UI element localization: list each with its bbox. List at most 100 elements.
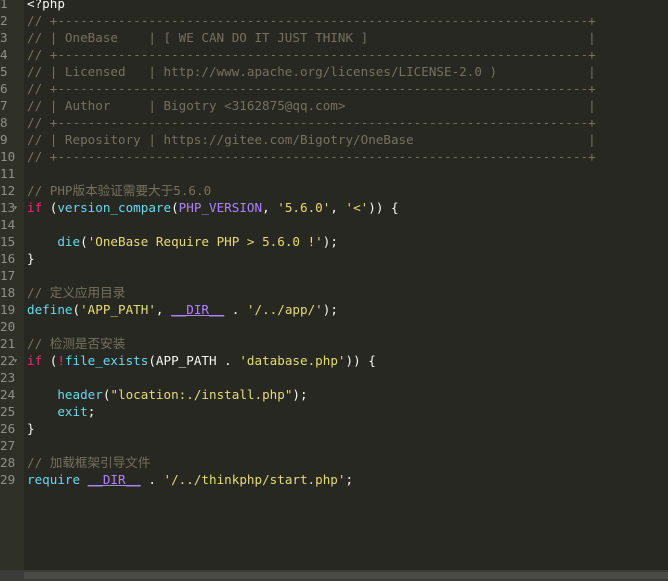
token-string: '/../app/': [246, 302, 323, 317]
code-line[interactable]: 16}: [0, 250, 668, 267]
line-text: <?php: [27, 0, 65, 12]
fold-arrow-icon[interactable]: ▾: [13, 352, 18, 369]
code-line[interactable]: 12 // PHP版本验证需要大于5.6.0: [0, 182, 668, 199]
token-comment: // 定义应用目录: [27, 285, 126, 300]
code-line[interactable]: 18 // 定义应用目录: [0, 284, 668, 301]
token-func: require: [27, 472, 81, 487]
code-line[interactable]: 25 exit;: [0, 403, 668, 420]
line-text: // +------------------------------------…: [27, 80, 596, 97]
line-text: // | OneBase | [ WE CAN DO IT JUST THINK…: [27, 29, 596, 46]
token-plain: }: [27, 421, 35, 436]
code-line[interactable]: 17: [0, 267, 668, 284]
code-line[interactable]: 4 // +-----------------------------------…: [0, 46, 668, 63]
code-line[interactable]: 3 // | OneBase | [ WE CAN DO IT JUST THIN…: [0, 29, 668, 46]
line-number: 8: [0, 115, 8, 130]
code-line[interactable]: 5 // | Licensed | http://www.apache.org/l…: [0, 63, 668, 80]
token-string: '/../thinkphp/start.php': [163, 472, 346, 487]
code-line[interactable]: 7 // | Author | Bigotry <3162875@qq.com> …: [0, 97, 668, 114]
code-line[interactable]: 21 // 检测是否安装: [0, 335, 668, 352]
token-comment: // | OneBase | [ WE CAN DO IT JUST THINK…: [27, 30, 596, 45]
code-editor[interactable]: 1 <?php 2 // +-----------------------------…: [0, 0, 668, 581]
line-number: 25: [0, 404, 16, 419]
code-line[interactable]: 28 // 加载框架引导文件: [0, 454, 668, 471]
token-plain: (: [42, 200, 58, 215]
token-plain: <?php: [27, 0, 65, 11]
line-text: exit;: [27, 403, 95, 420]
line-text: }: [27, 250, 35, 267]
token-plain: (: [72, 302, 81, 317]
token-plain: .: [224, 302, 247, 317]
token-keyword: if: [27, 353, 43, 368]
line-number: 17: [0, 268, 16, 283]
line-number: 14: [0, 217, 16, 232]
line-number: 28: [0, 455, 16, 470]
line-text: // +------------------------------------…: [27, 148, 596, 165]
code-line[interactable]: 23: [0, 369, 668, 386]
code-line[interactable]: 22 ▾ if (!file_exists(APP_PATH . 'database…: [0, 352, 668, 369]
line-number: 16: [0, 251, 16, 266]
line-text: die('OneBase Require PHP > 5.6.0 !');: [27, 233, 338, 250]
code-line[interactable]: 1 <?php: [0, 0, 668, 12]
token-plain: ,: [262, 200, 278, 215]
line-text: if (!file_exists(APP_PATH . 'database.ph…: [27, 352, 376, 369]
token-plain: );: [292, 387, 308, 402]
code-area[interactable]: 1 <?php 2 // +-----------------------------…: [0, 0, 668, 488]
token-comment: // 加载框架引导文件: [27, 455, 151, 470]
code-line[interactable]: 29 require __DIR__ . '/../thinkphp/start.…: [0, 471, 668, 488]
token-plain: (APP_PATH .: [148, 353, 240, 368]
token-keyword: if: [27, 200, 43, 215]
code-line[interactable]: 15 die('OneBase Require PHP > 5.6.0 !');: [0, 233, 668, 250]
code-line[interactable]: 6 // +-----------------------------------…: [0, 80, 668, 97]
line-text: // +------------------------------------…: [27, 114, 596, 131]
token-comment: // | Repository | https://gitee.com/Bigo…: [27, 132, 596, 147]
token-func: file_exists: [64, 353, 149, 368]
code-line[interactable]: 14: [0, 216, 668, 233]
code-line[interactable]: 2 // +-----------------------------------…: [0, 12, 668, 29]
fold-arrow-icon[interactable]: ▾: [13, 199, 18, 216]
token-plain: );: [322, 234, 338, 249]
code-line[interactable]: 19 define('APP_PATH', __DIR__ . '/../app/…: [0, 301, 668, 318]
token-plain: ;: [345, 472, 354, 487]
code-line[interactable]: 8 // +-----------------------------------…: [0, 114, 668, 131]
token-comment: // +------------------------------------…: [27, 115, 596, 130]
code-line[interactable]: 13 ▾ if (version_compare(PHP_VERSION, '5.6…: [0, 199, 668, 216]
line-text: // | Licensed | http://www.apache.org/li…: [27, 63, 596, 80]
token-keyword: !: [57, 353, 65, 368]
token-string: 'OneBase Require PHP > 5.6.0 !': [87, 234, 323, 249]
line-number: 23: [0, 370, 16, 385]
code-line[interactable]: 26}: [0, 420, 668, 437]
scrollbar-thumb[interactable]: [24, 572, 668, 579]
line-number: 11: [0, 166, 16, 181]
token-comment: // | Author | Bigotry <3162875@qq.com> |: [27, 98, 596, 113]
horizontal-scrollbar[interactable]: [0, 570, 668, 581]
token-func: define: [27, 302, 73, 317]
line-text: define('APP_PATH', __DIR__ . '/../app/')…: [27, 301, 338, 318]
token-func: die: [57, 234, 81, 249]
line-number: 20: [0, 319, 16, 334]
line-number: 13: [0, 200, 16, 215]
line-number: 3: [0, 30, 8, 45]
code-line[interactable]: 10 // +----------------------------------…: [0, 148, 668, 165]
code-line[interactable]: 27: [0, 437, 668, 454]
line-text: // +------------------------------------…: [27, 46, 596, 63]
token-comment: // +------------------------------------…: [27, 149, 596, 164]
line-text: // 加载框架引导文件: [27, 454, 151, 471]
line-number: 5: [0, 64, 8, 79]
line-number: 21: [0, 336, 16, 351]
line-number: 6: [0, 81, 8, 96]
token-comment: // 检测是否安装: [27, 336, 126, 351]
line-number: 15: [0, 234, 16, 249]
code-line[interactable]: 11: [0, 165, 668, 182]
code-line[interactable]: 9 // | Repository | https://gitee.com/Big…: [0, 131, 668, 148]
code-line[interactable]: 20: [0, 318, 668, 335]
line-number: 4: [0, 47, 8, 62]
token-plain: );: [322, 302, 338, 317]
code-line[interactable]: 24 header("location:./install.php");: [0, 386, 668, 403]
token-comment: // PHP版本验证需要大于5.6.0: [27, 183, 212, 198]
token-plain: ,: [330, 200, 346, 215]
token-comment: // | Licensed | http://www.apache.org/li…: [27, 64, 596, 79]
